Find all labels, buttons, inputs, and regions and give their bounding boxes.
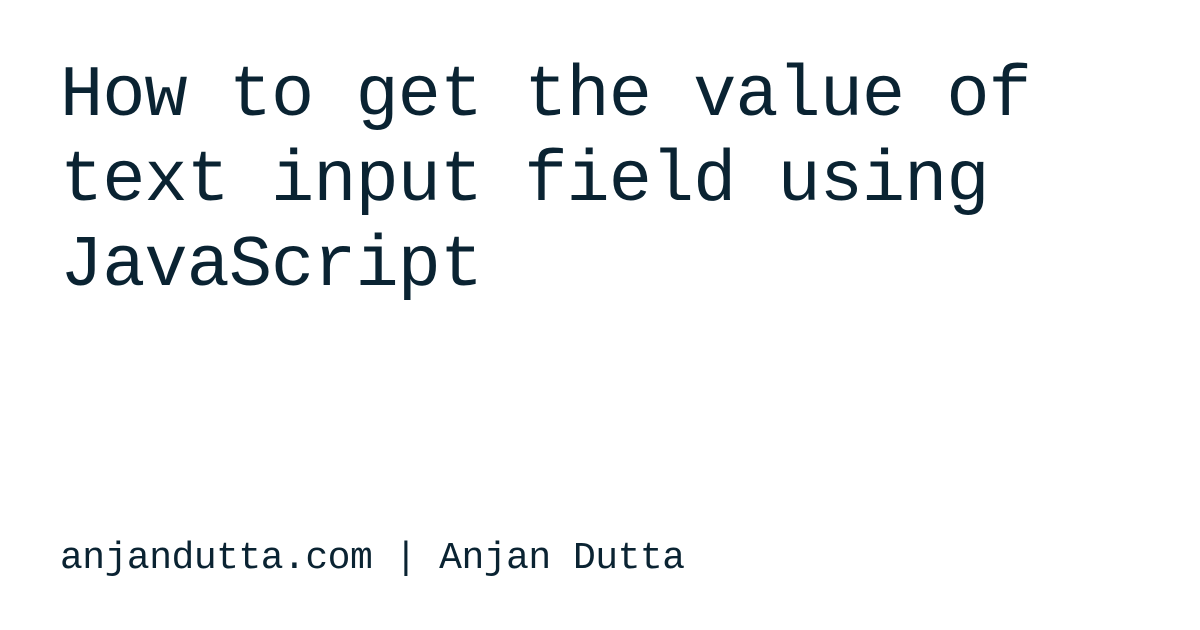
page-title: How to get the value of text input field… bbox=[60, 54, 1140, 309]
byline: anjandutta.com | Anjan Dutta bbox=[60, 537, 1140, 580]
